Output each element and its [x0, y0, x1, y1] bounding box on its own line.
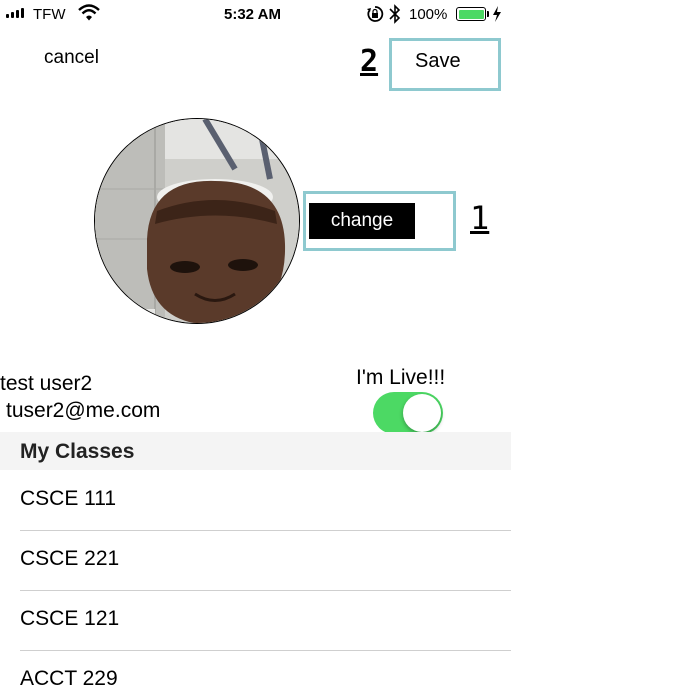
avatar[interactable]	[94, 118, 300, 324]
battery-tip	[487, 11, 489, 17]
carrier-name: TFW	[33, 6, 66, 23]
annotation-marker-1: 1	[470, 199, 490, 237]
battery-icon	[456, 7, 486, 21]
class-label: CSCE 221	[20, 547, 120, 570]
battery-percent: 100%	[409, 6, 448, 23]
class-label: CSCE 111	[20, 487, 117, 510]
section-title: My Classes	[20, 440, 135, 463]
section-header: My Classes	[0, 432, 511, 470]
status-bar: TFW 5:32 AM 100%	[0, 0, 510, 30]
toggle-knob	[403, 394, 441, 432]
wifi-icon	[78, 4, 100, 21]
avatar-photo	[95, 119, 299, 323]
list-item[interactable]: CSCE 111	[0, 470, 511, 530]
save-button[interactable]: Save	[415, 50, 461, 73]
class-label: CSCE 121	[20, 607, 120, 630]
list-item[interactable]: CSCE 221	[0, 530, 511, 590]
change-photo-highlight[interactable]: change	[303, 191, 456, 251]
save-button-highlight[interactable]: Save	[389, 38, 501, 91]
user-name: test user2	[0, 372, 93, 395]
change-photo-button[interactable]: change	[309, 203, 415, 239]
cancel-button[interactable]: cancel	[44, 47, 99, 69]
list-item[interactable]: ACCT 229	[0, 650, 511, 700]
bluetooth-icon	[389, 4, 401, 24]
charging-icon	[493, 6, 501, 22]
user-email: tuser2@me.com	[6, 399, 161, 422]
status-time: 5:32 AM	[224, 6, 281, 23]
live-toggle[interactable]	[373, 392, 443, 434]
list-item[interactable]: CSCE 121	[0, 590, 511, 650]
signal-icon	[6, 8, 24, 18]
battery-fill	[458, 9, 484, 19]
live-label: I'm Live!!!	[356, 366, 446, 389]
class-label: ACCT 229	[20, 667, 118, 690]
annotation-marker-2: 2	[360, 44, 379, 79]
rotation-lock-icon	[367, 6, 384, 22]
